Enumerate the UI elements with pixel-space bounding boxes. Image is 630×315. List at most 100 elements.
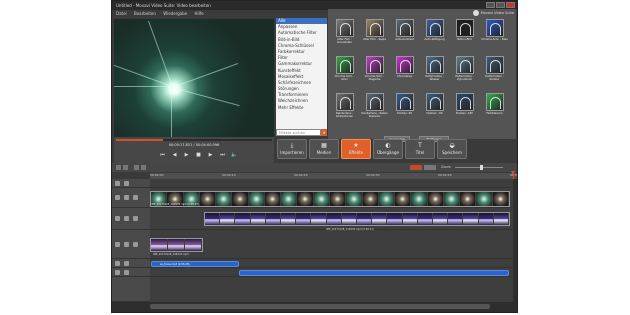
effect-label: Alter Film - Sepia: [363, 38, 386, 41]
volume-icon[interactable]: 🔈: [230, 151, 239, 159]
video-lane-1[interactable]: IMP_20170128_102535.mp4 (0:05:07): [150, 188, 517, 208]
brand: Movavi Video Suite: [472, 9, 514, 17]
effect-label: Chromakey: [396, 75, 413, 78]
title-lane[interactable]: [150, 179, 517, 188]
close-button[interactable]: [506, 2, 515, 8]
tab-media[interactable]: ▦ Medien: [309, 139, 339, 159]
eye-icon[interactable]: [133, 195, 138, 200]
effect-tile[interactable]: Deinterlace - Zeilen kopieren: [361, 93, 388, 120]
lock-icon[interactable]: [115, 261, 120, 266]
effect-thumbnail: [456, 56, 474, 74]
horizontal-scrollbar[interactable]: [112, 302, 517, 312]
timeline-toolbar: Zoom: [112, 163, 517, 172]
speaker-icon[interactable]: [124, 270, 129, 275]
cut-icon[interactable]: [134, 165, 139, 170]
tab-save[interactable]: ◒ Speichern: [437, 139, 467, 159]
video-clip[interactable]: IMP_20170128_102535.mp4 (0:05:07): [150, 191, 510, 207]
clip-frame: [235, 213, 250, 225]
next-icon[interactable]: ⏭: [218, 151, 227, 159]
arch-icon: [370, 60, 381, 72]
previous-icon[interactable]: ⏮: [158, 151, 167, 159]
effect-label: Deinterlace - Interpolieren: [335, 112, 354, 118]
effect-tile[interactable]: Chroma-Schl. - Magenta: [361, 56, 388, 83]
zoom-handle[interactable]: [480, 165, 483, 170]
tab-import[interactable]: ⤓ Importieren: [277, 139, 307, 159]
lock-icon[interactable]: [115, 242, 120, 247]
lock-icon[interactable]: [115, 270, 120, 275]
clip-frame: [185, 239, 201, 251]
effect-thumbnail: [456, 19, 474, 37]
lock-icon[interactable]: [115, 181, 120, 186]
lock-icon[interactable]: [115, 216, 120, 221]
redo-icon[interactable]: [123, 165, 128, 170]
arch-icon: [400, 23, 411, 35]
effect-tile[interactable]: Auto-Sättigung: [421, 19, 448, 46]
video-lane-3[interactable]: IMP_20170128_105043.mp4: [150, 230, 517, 259]
tab-transitions[interactable]: ◐ Übergänge: [373, 139, 403, 159]
speaker-icon[interactable]: [124, 261, 129, 266]
effect-tile[interactable]: Chroma-Schl. - Blau: [481, 19, 508, 46]
scroll-thumb[interactable]: [150, 304, 490, 309]
effect-tile[interactable]: Drehen: -90: [421, 93, 448, 120]
effect-label: Chroma-Schl. - Grün: [334, 75, 355, 81]
tab-effects[interactable]: ★ Effekte: [341, 139, 371, 159]
clip-frame: [443, 192, 460, 206]
video-preview[interactable]: [114, 19, 274, 137]
timeline-toggle[interactable]: [424, 165, 436, 170]
maximize-button[interactable]: [496, 2, 505, 8]
tab-title[interactable]: T Titel: [405, 139, 435, 159]
effect-tile[interactable]: Chromakey: [391, 56, 418, 83]
video-track-3-head: [112, 230, 150, 259]
zoom-slider[interactable]: [455, 167, 503, 168]
clip-frame: [264, 192, 281, 206]
play-icon[interactable]: ▶: [182, 151, 191, 159]
menu-playback[interactable]: Wiedergabe: [163, 11, 187, 16]
effect-tile[interactable]: Chroma-Schl. - Grün: [331, 56, 358, 83]
effect-tile[interactable]: Farbbalance: [481, 93, 508, 120]
forward-icon[interactable]: ▶: [206, 151, 215, 159]
lock-icon[interactable]: [115, 195, 120, 200]
clip-frame: [265, 213, 280, 225]
effect-tile[interactable]: Alter Film - Graustufen: [331, 19, 358, 46]
effect-tile[interactable]: Deformation - Konkav: [481, 56, 508, 83]
minimize-button[interactable]: [486, 2, 495, 8]
audio-clip[interactable]: [239, 270, 509, 276]
effect-tile[interactable]: Auto-Kontrast: [391, 19, 418, 46]
tab-label: Speichern: [442, 150, 462, 155]
effect-tile[interactable]: Drehen: 180: [451, 93, 478, 120]
menu-edit[interactable]: Bearbeiten: [134, 11, 156, 16]
effect-search-input[interactable]: Effekte suchen: [276, 129, 321, 136]
ruler-tick: 00:00:20: [294, 173, 308, 177]
audio-lane-1[interactable]: ex_trans.mp3 (2:05:28): [150, 259, 517, 268]
tab-label: Importieren: [280, 150, 304, 155]
vertical-scrollbar[interactable]: [513, 179, 517, 302]
effect-tile[interactable]: Deformation - Wasser: [421, 56, 448, 83]
storyboard-toggle[interactable]: [410, 165, 422, 170]
audio-lane-2[interactable]: [150, 268, 517, 277]
menu-help[interactable]: Hilfe: [195, 11, 204, 16]
clip-frame: [476, 192, 492, 206]
eye-icon[interactable]: [133, 242, 138, 247]
video-clip[interactable]: [204, 212, 510, 226]
menu-file[interactable]: Datei: [116, 11, 127, 16]
undo-icon[interactable]: [116, 165, 121, 170]
effect-label: Drehen: 90: [396, 112, 412, 115]
playback-progress[interactable]: [116, 139, 272, 141]
video-lane-2[interactable]: IMP_20170128_110930.mp4 (0:00:21): [150, 208, 517, 231]
effect-tile[interactable]: Bild-in-Bild: [451, 19, 478, 46]
effect-thumbnail: [456, 93, 474, 111]
effect-tile[interactable]: Drehen: 90: [391, 93, 418, 120]
clear-search-button[interactable]: x: [321, 129, 327, 136]
effect-tile[interactable]: Deformation - Zylindrisch: [451, 56, 478, 83]
category-item[interactable]: Mehr Effekte: [276, 105, 327, 111]
effect-tile[interactable]: Alter Film - Sepia: [361, 19, 388, 46]
clip-frame: [220, 213, 235, 225]
eye-icon[interactable]: [133, 216, 138, 221]
rewind-icon[interactable]: ◀: [170, 151, 179, 159]
stop-icon[interactable]: ■: [194, 151, 203, 159]
effect-tile[interactable]: Deinterlace - Interpolieren: [331, 93, 358, 120]
delete-icon[interactable]: [141, 165, 146, 170]
clip-frame: [281, 213, 296, 225]
video-clip[interactable]: [150, 238, 203, 252]
audio-clip[interactable]: ex_trans.mp3 (2:05:28): [151, 261, 239, 267]
